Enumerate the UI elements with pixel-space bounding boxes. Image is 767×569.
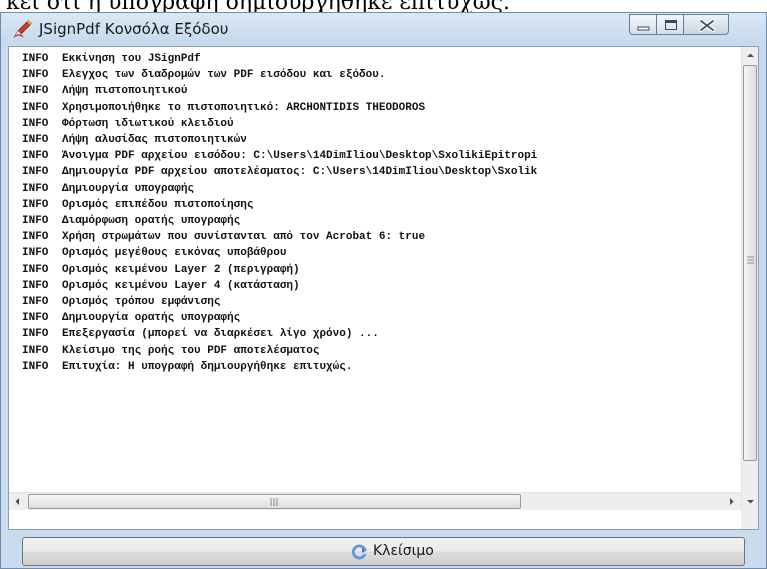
log-message: Επεξεργασία (μπορεί να διαρκέσει λίγο χρ… xyxy=(62,328,379,341)
log-level: INFO xyxy=(22,182,49,195)
log-level: INFO xyxy=(22,263,49,276)
log-line: INFO Επεξεργασία (μπορεί να διαρκέσει λίγ… xyxy=(22,328,379,344)
log-level: INFO xyxy=(22,198,49,211)
scroll-up-arrow-icon[interactable] xyxy=(742,47,759,64)
log-line: INFO Ορισμός τρόπου εμφάνισης xyxy=(22,296,220,312)
log-level: INFO xyxy=(22,328,49,341)
log-line: INFO Επιτυχία: Η υπογραφή δημιουργήθηκε ε… xyxy=(22,361,352,377)
scroll-left-arrow-icon[interactable] xyxy=(9,493,26,510)
log-line: INFO Λήψη πιστοποιητικού xyxy=(22,85,187,101)
log-line: INFO Διαμόρφωση ορατής υπογραφής xyxy=(22,215,240,231)
grip-icon xyxy=(270,498,278,506)
log-level: INFO xyxy=(22,85,49,98)
log-message: Ελεγχος των διαδρομών των PDF εισόδου κα… xyxy=(62,69,386,82)
log-level: INFO xyxy=(22,166,49,179)
log-level: INFO xyxy=(22,231,49,244)
close-x-icon xyxy=(699,19,715,32)
log-line: INFO Ορισμός κειμένου Layer 4 (κατάσταση) xyxy=(22,280,300,296)
scrollbar-corner xyxy=(741,510,758,529)
log-level: INFO xyxy=(22,296,49,308)
log-message: Χρήση στρωμάτων που συνίστανται από τον … xyxy=(62,231,426,244)
log-line: INFO Δημιουργία ορατής υπογραφής xyxy=(22,312,240,328)
minimize-icon xyxy=(637,26,650,31)
log-area[interactable]: INFO Εκκίνηση του JSignPdf INFO Ελεγχος των… xyxy=(9,47,740,491)
log-message: Δημιουργία ορατής υπογραφής xyxy=(62,312,241,325)
log-line: INFO Λήψη αλυσίδας πιστοποιητικών xyxy=(22,134,247,150)
maximize-icon xyxy=(665,20,677,30)
log-message: Διαμόρφωση ορατής υπογραφής xyxy=(62,215,241,227)
log-message: Άνοιγμα PDF αρχείου εισόδου: C:\Users\14… xyxy=(62,150,538,163)
log-message: Εκκίνηση του JSignPdf xyxy=(62,53,201,65)
log-level: INFO xyxy=(22,134,49,146)
horizontal-scrollbar[interactable] xyxy=(9,492,741,510)
log-line: INFO Χρήση στρωμάτων που συνίστανται από … xyxy=(22,231,425,247)
log-line: INFO Φόρτωση ιδιωτικού κλειδιού xyxy=(22,118,234,134)
log-message: Χρησιμοποιήθηκε το πιστοποιητικό: ARCHON… xyxy=(62,101,426,114)
grip-icon xyxy=(747,256,754,264)
log-line: INFO Ορισμός μεγέθους εικόνας υποβάθρου xyxy=(22,247,286,263)
scroll-down-arrow-icon[interactable] xyxy=(742,493,759,510)
log-level: INFO xyxy=(22,344,49,357)
log-level: INFO xyxy=(22,117,49,130)
log-message: Φόρτωση ιδιωτικού κλειδιού xyxy=(62,117,234,130)
log-line: INFO Εκκίνηση του JSignPdf xyxy=(22,53,201,69)
log-line: INFO Κλείσιμο της ροής του PDF αποτελέσμα… xyxy=(22,345,319,361)
refresh-arrow-icon xyxy=(352,544,367,560)
log-message: Ορισμός επιπέδου πιστοποίησης xyxy=(62,198,254,211)
close-window-button[interactable] xyxy=(683,14,729,35)
log-message: Δημιουργία PDF αρχείου αποτελέσματος: C:… xyxy=(62,166,538,179)
log-message: Λήψη αλυσίδας πιστοποιητικών xyxy=(62,134,247,146)
log-level: INFO xyxy=(22,247,49,260)
log-level: INFO xyxy=(22,279,49,292)
log-level: INFO xyxy=(22,215,49,227)
log-level: INFO xyxy=(22,360,49,373)
log-level: INFO xyxy=(22,53,49,65)
jsignpdf-pen-icon xyxy=(13,20,32,38)
log-line: INFO Ορισμός επιπέδου πιστοποίησης xyxy=(22,199,253,215)
log-level: INFO xyxy=(22,101,49,114)
log-message: Κλείσιμο της ροής του PDF αποτελέσματος xyxy=(62,344,320,357)
log-message: Λήψη πιστοποιητικού xyxy=(62,85,188,98)
log-line: INFO Ορισμός κειμένου Layer 2 (περιγραφή) xyxy=(22,264,300,280)
log-message: Ορισμός κειμένου Layer 2 (περιγραφή) xyxy=(62,263,300,276)
log-line: INFO Άνοιγμα PDF αρχείου εισόδου: C:\User… xyxy=(22,150,537,166)
log-level: INFO xyxy=(22,150,49,163)
close-button[interactable]: Κλείσιμο xyxy=(22,537,745,566)
console-panel: INFO Εκκίνηση του JSignPdf INFO Ελεγχος των… xyxy=(8,46,759,530)
log-message: Επιτυχία: Η υπογραφή δημιουργήθηκε επιτυ… xyxy=(62,360,353,373)
console-window: JSignPdf Κονσόλα Εξόδου INFO Εκκίνηση του… xyxy=(0,12,767,569)
log-line: INFO Ελεγχος των διαδρομών των PDF εισόδο… xyxy=(22,69,385,85)
log-message: Ορισμός μεγέθους εικόνας υποβάθρου xyxy=(62,247,287,260)
log-line: INFO Χρησιμοποιήθηκε το πιστοποιητικό: AR… xyxy=(22,102,425,118)
title-bar[interactable]: JSignPdf Κονσόλα Εξόδου xyxy=(1,13,766,45)
log-message: Ορισμός τρόπου εμφάνισης xyxy=(62,296,221,308)
log-message: Ορισμός κειμένου Layer 4 (κατάσταση) xyxy=(62,279,300,292)
log-message: Δημιουργία υπογραφής xyxy=(62,182,195,195)
minimize-button[interactable] xyxy=(629,14,657,35)
log-line: INFO Δημιουργία PDF αρχείου αποτελέσματος… xyxy=(22,166,537,182)
close-button-label: Κλείσιμο xyxy=(373,543,434,559)
vertical-scrollbar[interactable] xyxy=(741,47,758,510)
vertical-scroll-thumb[interactable] xyxy=(743,65,757,461)
horizontal-scroll-thumb[interactable] xyxy=(28,494,521,509)
log-level: INFO xyxy=(22,69,49,82)
window-title: JSignPdf Κονσόλα Εξόδου xyxy=(39,20,229,38)
maximize-button[interactable] xyxy=(656,14,684,35)
log-line: INFO Δημιουργία υπογραφής xyxy=(22,183,194,199)
scroll-right-arrow-icon[interactable] xyxy=(723,493,740,510)
log-level: INFO xyxy=(22,312,49,325)
